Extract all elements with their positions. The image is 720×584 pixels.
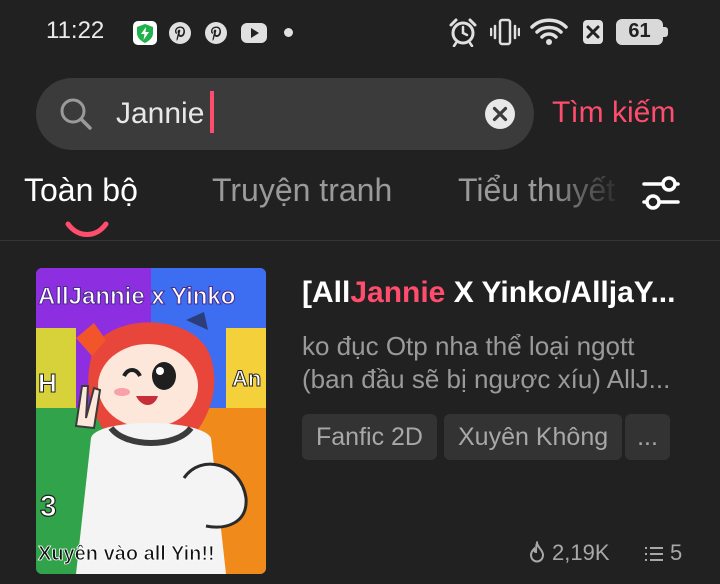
shield-bolt-icon — [133, 21, 157, 45]
pinterest-icon — [169, 22, 191, 44]
status-time: 11:22 — [46, 17, 105, 44]
flame-icon — [529, 539, 545, 563]
search-input[interactable]: Jannie — [116, 90, 215, 138]
tab-novel[interactable]: Tiểu thuyết — [458, 172, 624, 209]
tab-comic[interactable]: Truyện tranh — [212, 172, 392, 209]
description-line-2: (ban đầu sẽ bị ngược xíu) AllJ... — [302, 364, 671, 394]
tabs-divider — [0, 240, 720, 241]
status-bar: 11:22 61 — [0, 0, 720, 64]
clear-search-icon[interactable] — [484, 98, 516, 130]
tab-all[interactable]: Toàn bộ — [24, 172, 138, 209]
title-highlight: Jannie — [350, 276, 446, 309]
active-tab-indicator — [65, 221, 109, 237]
filter-icon[interactable] — [640, 174, 682, 214]
battery-icon: 61 — [616, 19, 668, 45]
search-submit-button[interactable]: Tìm kiếm — [552, 96, 675, 130]
notification-dot-icon — [284, 28, 293, 37]
chapters-count: 5 — [670, 540, 683, 565]
story-description: ko đục Otp nha thể loại ngọtt (ban đầu s… — [302, 330, 692, 396]
xbox-icon — [583, 20, 603, 44]
battery-level: 61 — [628, 20, 651, 42]
views-count: 2,19K — [552, 540, 610, 565]
svg-text:3: 3 — [40, 490, 57, 523]
pinterest-icon — [205, 22, 227, 44]
search-query: Jannie — [116, 97, 205, 130]
description-line-1: ko đục Otp nha thể loại ngọtt — [302, 331, 635, 361]
list-icon — [645, 547, 663, 561]
tag-xuyen-khong[interactable]: Xuyên Không — [444, 414, 623, 460]
cover-bottom-text: Xuyên vào all Yin!! — [38, 543, 215, 565]
svg-text:An: An — [232, 366, 261, 391]
search-results-screen: 11:22 61 Jannie Tìm kiếm Toàn bộ Truyện … — [0, 0, 720, 584]
search-bar[interactable]: Jannie — [36, 78, 534, 150]
story-title[interactable]: [AllJannie X Yinko/AlljaY... — [302, 276, 692, 316]
search-icon — [60, 98, 92, 130]
views-stat: 2,19K — [528, 539, 610, 566]
alarm-icon — [449, 18, 477, 47]
chapters-stat: 5 — [644, 540, 682, 566]
svg-text:H: H — [38, 368, 57, 398]
tag-fanfic-2d[interactable]: Fanfic 2D — [302, 414, 437, 460]
vibrate-icon — [490, 18, 520, 46]
story-cover-image[interactable]: H An 3 AllJannie x Yinko Xuyên vào all Y… — [36, 268, 266, 574]
tag-more[interactable]: ... — [625, 414, 670, 460]
category-tabs: Toàn bộ Truyện tranh Tiểu thuyết — [0, 160, 720, 240]
wifi-icon — [530, 18, 568, 45]
text-caret — [210, 91, 215, 134]
cover-top-text: AllJannie x Yinko — [38, 283, 235, 310]
title-suffix: X Yinko/AlljaY... — [445, 276, 676, 309]
youtube-icon — [241, 23, 267, 43]
title-prefix: [All — [302, 276, 351, 309]
